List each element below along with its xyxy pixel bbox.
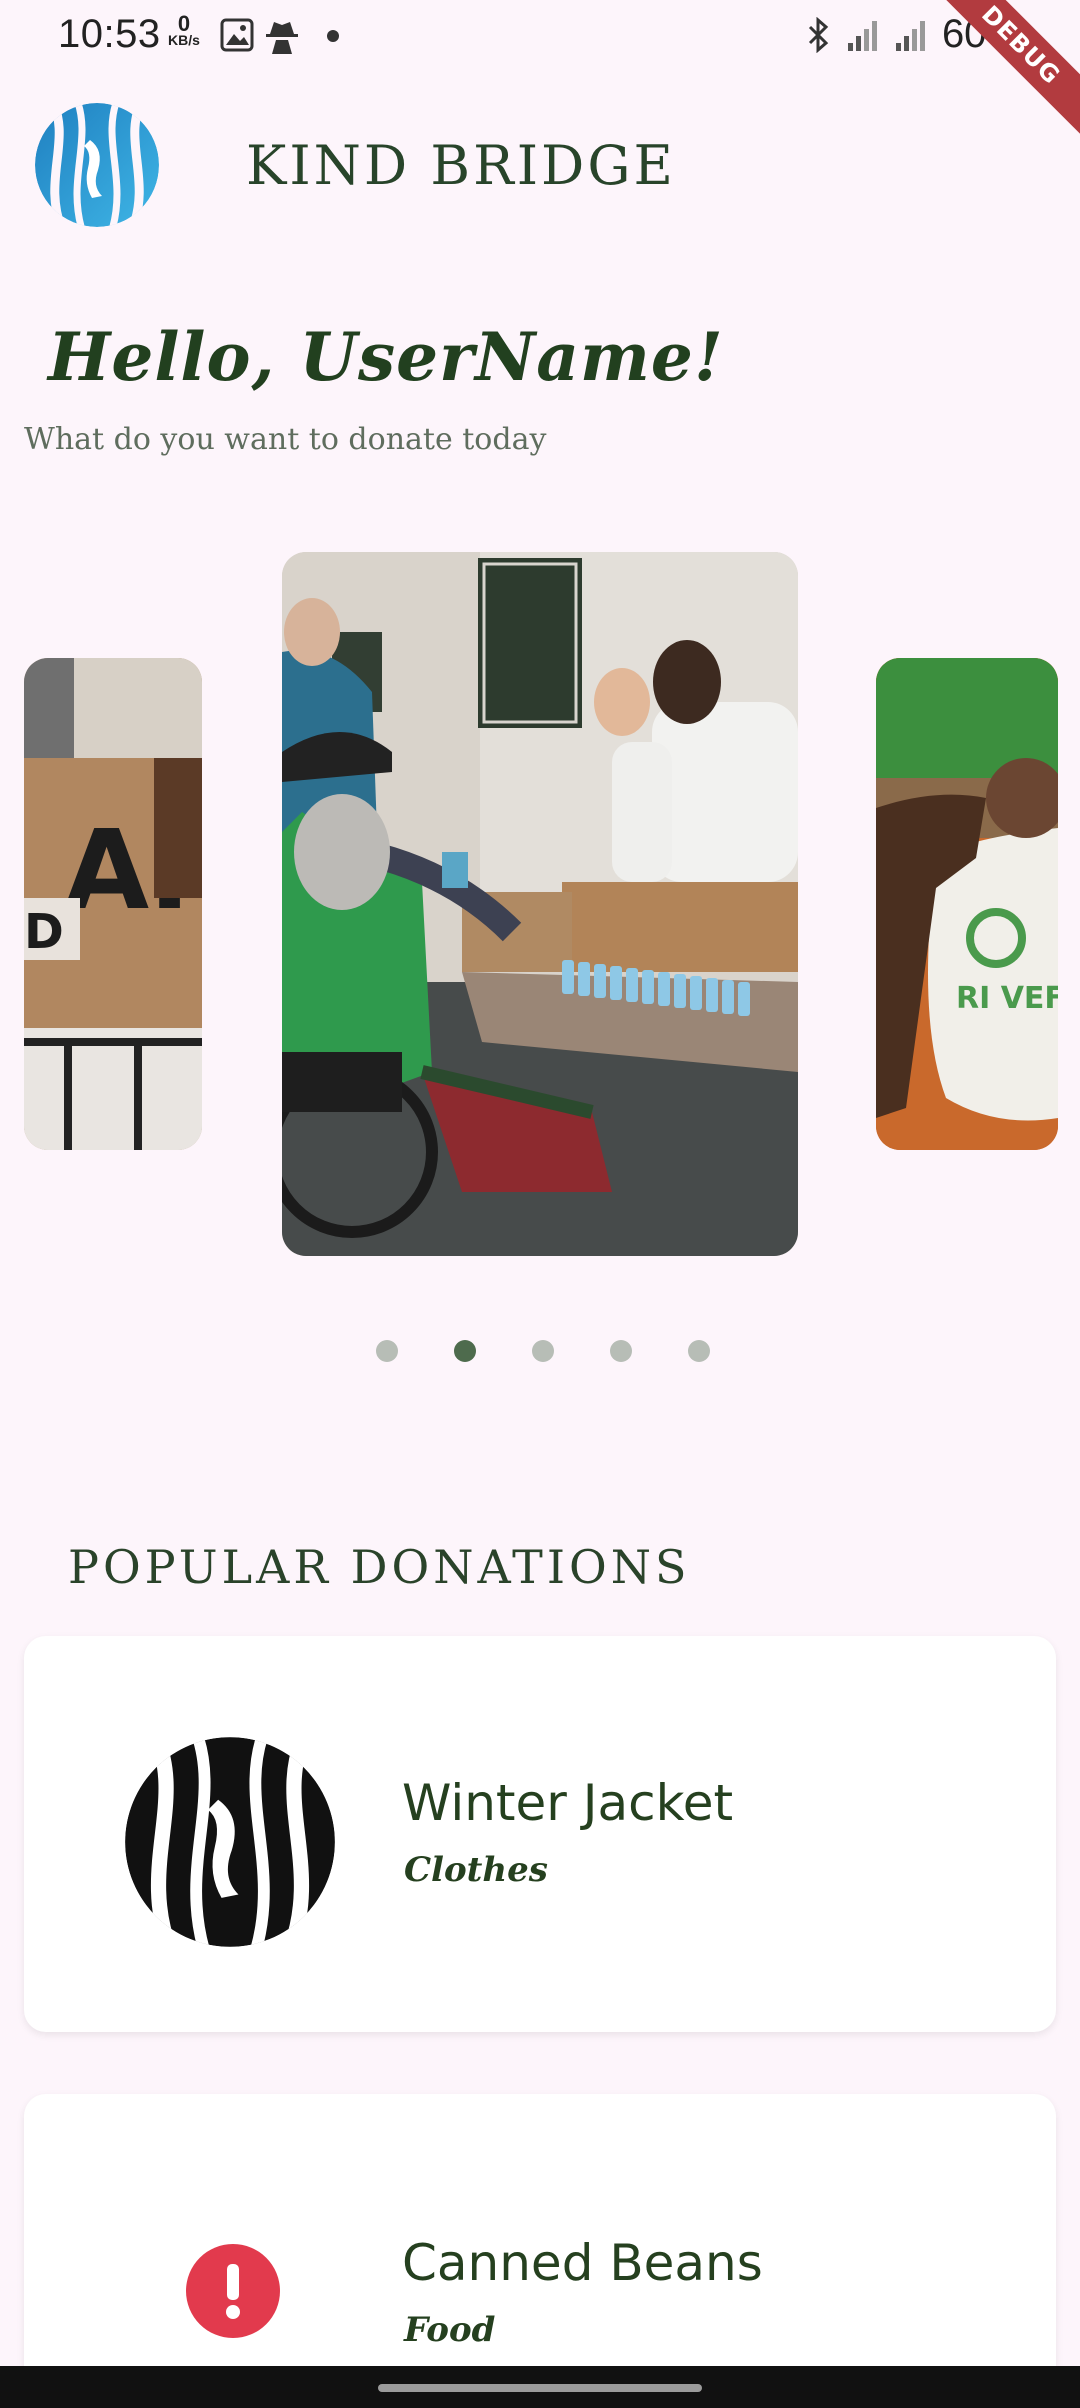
carousel-slide-next[interactable]: RI VEFA — [876, 658, 1058, 1150]
volunteers-image — [282, 552, 798, 1256]
carousel-slide-prev[interactable]: AI D — [24, 658, 202, 1150]
donation-category: Clothes — [404, 1850, 548, 1890]
greeting-subtitle: What do you want to donate today — [24, 422, 547, 457]
donation-category: Food — [404, 2310, 496, 2350]
home-gesture-handle[interactable] — [378, 2384, 702, 2392]
carousel-dot-3[interactable] — [532, 1340, 554, 1362]
food-sack-image: RI VEFA — [876, 658, 1058, 1150]
carousel-dot-5[interactable] — [688, 1340, 710, 1362]
gallery-icon — [220, 18, 254, 52]
image-carousel[interactable]: AI D RI VEF — [0, 550, 1080, 1270]
section-title: POPULAR DONATIONS — [68, 1540, 691, 1594]
svg-text:RI VEFA: RI VEFA — [956, 981, 1058, 1016]
carousel-slide-active[interactable] — [282, 552, 798, 1256]
carousel-indicators — [0, 1340, 1080, 1362]
system-navigation-bar — [0, 2366, 1080, 2408]
svg-text:D: D — [24, 904, 64, 960]
kind-bridge-logo-icon — [35, 103, 159, 227]
bluetooth-icon — [808, 16, 829, 53]
network-speed-value: 0 — [177, 11, 191, 36]
carousel-dot-1[interactable] — [376, 1340, 398, 1362]
greeting-title: Hello, UserName! — [48, 318, 724, 396]
aid-box-image: AI D — [24, 658, 202, 1150]
kind-bridge-logo-icon — [125, 1737, 335, 1947]
app-header: KIND BRIDGE — [32, 100, 676, 230]
error-icon — [186, 2244, 280, 2338]
signal-icon-2 — [895, 20, 925, 51]
carousel-dot-2[interactable] — [454, 1340, 476, 1362]
app-title: KIND BRIDGE — [246, 133, 676, 197]
incognito-icon — [266, 22, 298, 54]
donation-card[interactable]: Winter Jacket Clothes — [24, 1636, 1056, 2032]
status-time: 10:53 — [58, 12, 161, 56]
donation-name: Winter Jacket — [402, 1774, 734, 1832]
network-speed-unit: KB/s — [168, 32, 200, 48]
status-bar: 10:53 0 KB/s 60% DEBUG — [0, 0, 1080, 142]
signal-icon — [847, 20, 877, 51]
carousel-dot-4[interactable] — [610, 1340, 632, 1362]
notification-dot — [327, 30, 339, 42]
network-speed: 0 KB/s — [168, 11, 200, 49]
donation-name: Canned Beans — [402, 2234, 763, 2292]
donation-card[interactable]: Canned Beans Food — [24, 2094, 1056, 2394]
